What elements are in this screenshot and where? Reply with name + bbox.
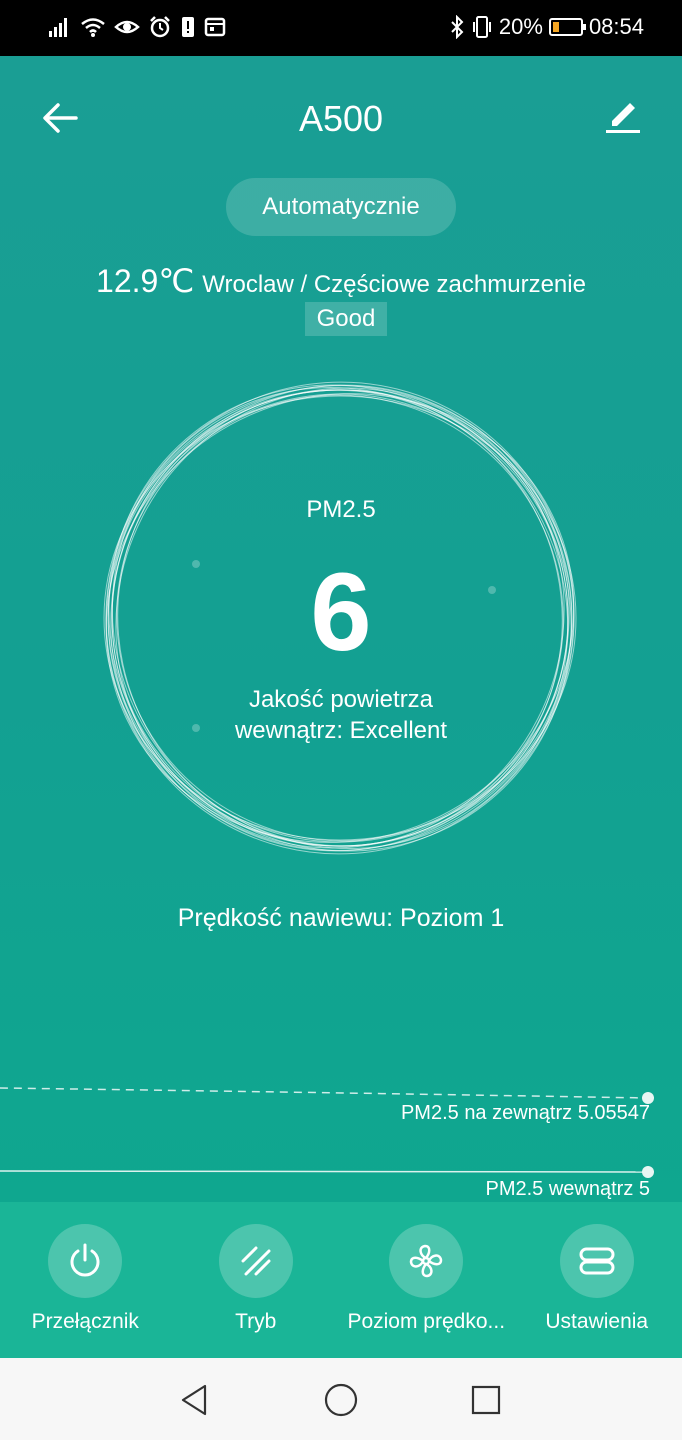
bluetooth-icon bbox=[451, 15, 464, 39]
weather-info: 12.9℃ Wroclaw / Częściowe zachmurzenie bbox=[0, 262, 682, 300]
mode-button-circle[interactable] bbox=[218, 1224, 293, 1298]
mode-label: Tryb bbox=[235, 1310, 277, 1333]
pm-label: PM2.5 bbox=[306, 496, 376, 523]
device-screen: A500 Automatycznie 12.9℃ Wroclaw / Części… bbox=[0, 56, 682, 1202]
outdoor-pm-label: PM2.5 na zewnątrz 5.05547 bbox=[400, 1102, 650, 1124]
wifi-icon bbox=[81, 18, 105, 37]
fan-icon bbox=[409, 1244, 443, 1278]
indoor-trend-line bbox=[0, 1170, 649, 1173]
settings-button-circle[interactable] bbox=[559, 1224, 634, 1298]
calendar-icon bbox=[204, 17, 226, 37]
settings-icon bbox=[579, 1247, 615, 1275]
nav-recents-icon[interactable] bbox=[468, 1382, 504, 1418]
nav-back-icon[interactable] bbox=[177, 1382, 213, 1418]
status-icons-right: 20% 08:54 bbox=[449, 14, 644, 40]
alarm-icon bbox=[150, 16, 170, 38]
battery-percent: 20% bbox=[498, 14, 543, 39]
mode-badge[interactable]: Automatycznie bbox=[226, 178, 456, 236]
pencil-icon bbox=[606, 103, 640, 133]
indoor-quality-line1: Jakość powietrza bbox=[248, 686, 434, 713]
fan-button-circle[interactable] bbox=[389, 1224, 464, 1298]
indoor-quality-line2: wewnątrz: Excellent bbox=[234, 717, 448, 744]
status-bar: 20% 08:54 bbox=[0, 0, 682, 56]
power-toggle-button[interactable]: Przełącznik bbox=[0, 1202, 171, 1358]
battery-level bbox=[552, 22, 559, 32]
clock: 08:54 bbox=[588, 14, 644, 39]
indoor-quality: Jakość powietrza wewnątrz: Excellent bbox=[0, 684, 682, 746]
outdoor-quality-badge: Good bbox=[305, 302, 387, 336]
edit-button[interactable] bbox=[600, 96, 644, 140]
fan-speed-button[interactable]: Poziom prędko... bbox=[341, 1202, 512, 1358]
vibrate-icon bbox=[472, 16, 491, 38]
weather-location: Wroclaw / Częściowe zachmurzenie bbox=[202, 271, 586, 298]
power-icon bbox=[70, 1243, 100, 1277]
status-icons-left bbox=[48, 16, 226, 38]
mode-icon bbox=[241, 1246, 271, 1276]
page-title: A500 bbox=[298, 98, 384, 139]
fan-speed-label: Poziom prędko... bbox=[347, 1310, 506, 1333]
outdoor-temperature: 12.9℃ bbox=[96, 263, 195, 299]
signal-icon bbox=[49, 18, 67, 37]
alert-icon bbox=[182, 17, 194, 37]
power-button-circle[interactable] bbox=[48, 1224, 123, 1298]
nav-home-icon[interactable] bbox=[323, 1382, 359, 1418]
settings-button[interactable]: Ustawienia bbox=[512, 1202, 682, 1358]
fan-speed-status: Prędkość nawiewu: Poziom 1 bbox=[177, 904, 505, 932]
power-label: Przełącznik bbox=[31, 1310, 139, 1333]
indoor-pm-label: PM2.5 wewnątrz 5 bbox=[485, 1178, 650, 1200]
pm-value: 6 bbox=[310, 551, 372, 674]
system-nav-bar bbox=[0, 1358, 682, 1440]
indoor-trend-point bbox=[642, 1166, 654, 1178]
outdoor-trend-line bbox=[0, 1087, 649, 1099]
eye-icon bbox=[114, 20, 140, 34]
battery-icon bbox=[548, 18, 586, 36]
mode-button[interactable]: Tryb bbox=[171, 1202, 342, 1358]
action-bar: Przełącznik Tryb Poziom prędko... Ustawi… bbox=[0, 1202, 682, 1358]
settings-label: Ustawienia bbox=[545, 1310, 649, 1333]
